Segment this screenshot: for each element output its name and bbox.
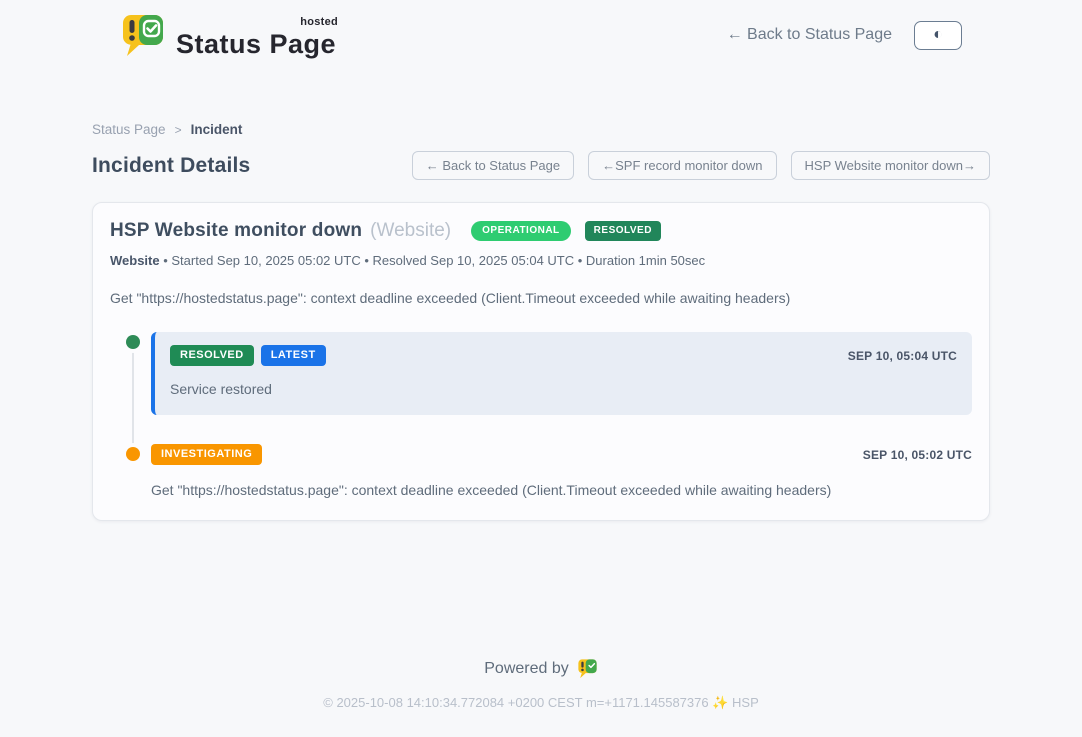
brand-superscript: hosted [300, 17, 338, 28]
incident-meta-times: • Started Sep 10, 2025 05:02 UTC • Resol… [160, 253, 706, 268]
timeline-item-resolved: RESOLVED LATEST SEP 10, 05:04 UTC Servic… [151, 332, 972, 415]
timeline-message: Service restored [170, 381, 957, 397]
incident-timeline: RESOLVED LATEST SEP 10, 05:04 UTC Servic… [110, 332, 972, 498]
timeline-timestamp: SEP 10, 05:02 UTC [863, 448, 972, 462]
timeline-investigating-badge: INVESTIGATING [151, 444, 262, 465]
breadcrumb-separator: > [175, 123, 182, 137]
incident-title: HSP Website monitor down [110, 220, 362, 242]
incident-meta: Website • Started Sep 10, 2025 05:02 UTC… [110, 253, 972, 268]
timeline-entry: INVESTIGATING SEP 10, 05:02 UTC Get "htt… [151, 442, 972, 498]
timeline-latest-badge: LATEST [261, 345, 326, 366]
status-page-logo-icon [120, 12, 166, 58]
powered-by-logo-icon[interactable] [577, 658, 598, 679]
page-title: Incident Details [92, 154, 250, 178]
site-header: hosted Status Page ← Back to Status Page… [0, 0, 1082, 58]
copyright-text: © 2025-10-08 14:10:34.772084 +0200 CEST … [0, 695, 1082, 711]
incident-description: Get "https://hostedstatus.page": context… [110, 290, 972, 306]
timeline-resolved-badge: RESOLVED [170, 345, 254, 366]
brand-name: hosted Status Page [176, 17, 336, 58]
breadcrumb-status-page[interactable]: Status Page [92, 122, 166, 137]
resolved-status-badge: RESOLVED [585, 221, 661, 241]
operational-status-badge: OPERATIONAL [471, 221, 571, 241]
page-footer: Powered by © 2025-10-08 14:10:34.772084 … [0, 658, 1082, 737]
prev-incident-button[interactable]: ←SPF record monitor down [588, 151, 776, 180]
incident-card: HSP Website monitor down (Website) OPERA… [92, 202, 990, 521]
powered-by: Powered by [0, 658, 1082, 679]
theme-toggle-button[interactable]: ◐ [914, 21, 962, 50]
incident-meta-component: Website [110, 253, 160, 268]
breadcrumb: Status Page > Incident [92, 122, 990, 137]
incident-nav-buttons: ← Back to Status Page ←SPF record monito… [412, 151, 990, 180]
timeline-dot-resolved-icon [126, 335, 140, 349]
timeline-entry: RESOLVED LATEST SEP 10, 05:04 UTC Servic… [151, 332, 972, 415]
powered-by-label: Powered by [484, 660, 569, 678]
timeline-timestamp: SEP 10, 05:04 UTC [848, 349, 957, 363]
incident-component: (Website) [370, 220, 451, 242]
timeline-item-investigating: INVESTIGATING SEP 10, 05:02 UTC Get "htt… [151, 442, 972, 498]
half-circle-icon: ◐ [933, 27, 943, 43]
next-incident-button[interactable]: HSP Website monitor down→ [791, 151, 990, 180]
app-logo[interactable]: hosted Status Page [94, 12, 336, 58]
header-back-to-status-page-link[interactable]: ← Back to Status Page [727, 26, 892, 44]
timeline-message: Get "https://hostedstatus.page": context… [151, 482, 972, 498]
back-to-status-page-button[interactable]: ← Back to Status Page [412, 151, 574, 180]
timeline-dot-investigating-icon [126, 447, 140, 461]
breadcrumb-incident: Incident [191, 122, 243, 137]
